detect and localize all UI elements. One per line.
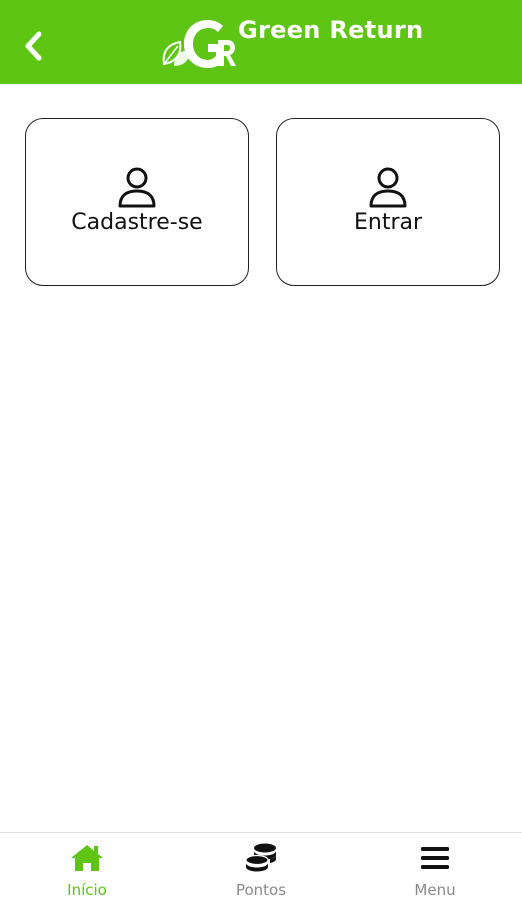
menu-icon xyxy=(421,847,449,869)
user-icon xyxy=(369,167,407,207)
coins-icon xyxy=(245,843,276,872)
nav-item-inicio[interactable]: Início xyxy=(0,833,174,900)
bottom-navigation: Início Pontos Menu xyxy=(0,832,522,900)
login-label: Entrar xyxy=(353,209,423,235)
nav-item-pontos[interactable]: Pontos xyxy=(174,833,348,900)
back-button[interactable] xyxy=(16,28,52,64)
app-screen: Green Return Cadastre-se Entrar Início P… xyxy=(0,0,522,900)
nav-label-inicio: Início xyxy=(67,881,107,899)
home-icon xyxy=(71,845,103,871)
nav-label-pontos: Pontos xyxy=(235,881,287,899)
app-logo: Green Return xyxy=(160,14,423,72)
green-return-logo-mark xyxy=(160,14,236,72)
login-card[interactable]: Entrar xyxy=(276,118,500,286)
top-app-bar: Green Return xyxy=(0,0,522,84)
app-title: Green Return xyxy=(238,16,424,44)
chevron-left-icon xyxy=(25,31,42,61)
signup-label: Cadastre-se xyxy=(71,209,203,235)
user-icon xyxy=(118,167,156,207)
nav-item-menu[interactable]: Menu xyxy=(348,833,522,900)
signup-card[interactable]: Cadastre-se xyxy=(25,118,249,286)
nav-label-menu: Menu xyxy=(414,881,456,899)
